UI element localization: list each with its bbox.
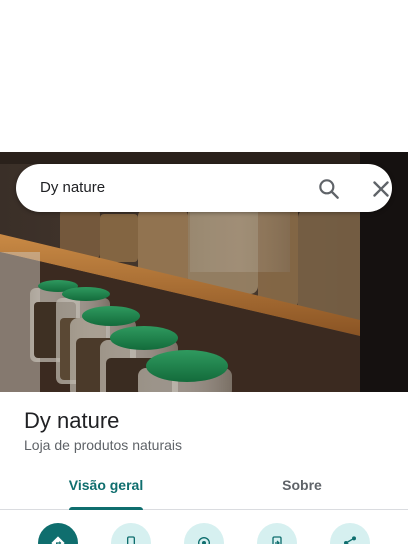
- tab-overview-label: Visão geral: [68, 477, 144, 493]
- nearby-button[interactable]: [184, 523, 224, 544]
- tab-selected-indicator: [69, 507, 143, 510]
- search-icon[interactable]: [316, 176, 342, 202]
- send-to-phone-button[interactable]: [257, 523, 297, 544]
- send-to-phone-icon: [272, 536, 282, 544]
- close-icon[interactable]: [368, 176, 394, 202]
- directions-button[interactable]: [38, 523, 78, 544]
- tab-about-label: Sobre: [282, 477, 322, 493]
- nearby-icon: [198, 537, 210, 544]
- directions-icon: [51, 536, 65, 544]
- tab-overview[interactable]: Visão geral: [66, 466, 146, 510]
- search-bar[interactable]: Dy nature: [16, 164, 392, 212]
- phone-icon: [127, 536, 135, 544]
- action-buttons-row: [0, 520, 408, 544]
- place-category: Loja de produtos naturais: [24, 437, 182, 453]
- place-tabs: Visão geral Sobre: [0, 466, 408, 510]
- share-icon: [344, 536, 356, 544]
- map-blank-area: [0, 0, 408, 152]
- tab-about[interactable]: Sobre: [262, 466, 342, 510]
- share-button[interactable]: [330, 523, 370, 544]
- place-title: Dy nature: [24, 408, 120, 433]
- search-input[interactable]: Dy nature: [40, 164, 105, 212]
- phone-button[interactable]: [111, 523, 151, 544]
